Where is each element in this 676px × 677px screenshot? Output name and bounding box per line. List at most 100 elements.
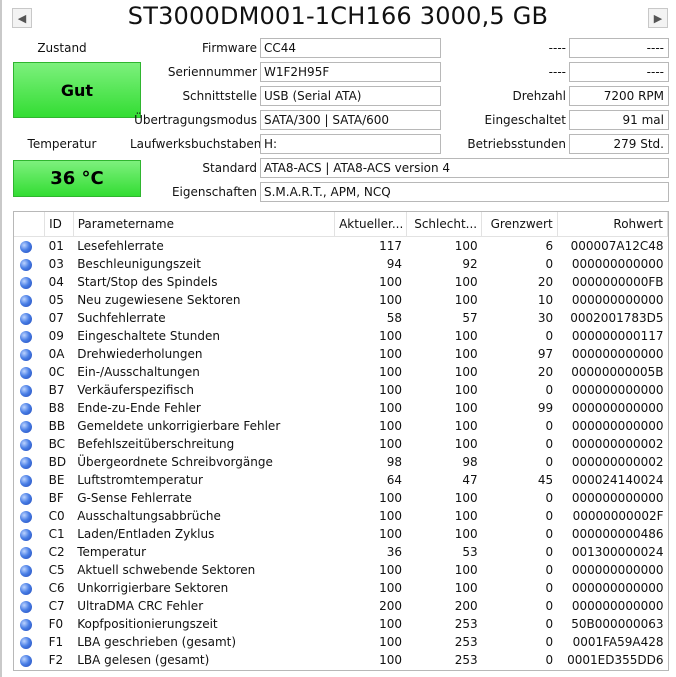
raw-value: 0001FA59A428: [572, 635, 664, 649]
table-row[interactable]: BB Gemeldete unkorrigierbare Fehler 100 100…: [14, 417, 668, 435]
next-disk-button[interactable]: ▶: [648, 8, 668, 28]
current-value: 100: [379, 491, 403, 505]
temperature-badge[interactable]: 36 °C: [13, 160, 141, 197]
attribute-name: LBA geschrieben (gesamt): [77, 635, 237, 649]
column-header-status[interactable]: [14, 212, 46, 237]
table-row[interactable]: F0 Kopfpositionierungszeit 100 253 0 50B00000…: [14, 615, 668, 633]
table-row[interactable]: C0 Ausschaltungsabbrüche 100 100 0 0000000000…: [14, 507, 668, 525]
worst-value: 92: [462, 257, 478, 271]
serial-number-field: W1F2H95F: [260, 62, 441, 82]
attribute-id: C7: [48, 599, 65, 613]
attribute-id: C5: [48, 563, 65, 577]
status-cell: [14, 597, 45, 615]
table-row[interactable]: F1 LBA geschrieben (gesamt) 100 253 0 0001FA5…: [14, 633, 668, 651]
column-header-threshold[interactable]: Grenzwert: [481, 212, 558, 237]
attribute-id: 03: [48, 257, 64, 271]
worst-value: 53: [462, 545, 478, 559]
current-value: 100: [379, 527, 403, 541]
threshold-value: 99: [537, 401, 554, 415]
current-value: 100: [379, 563, 403, 577]
table-row[interactable]: C6 Unkorrigierbare Sektoren 100 100 0 0000000…: [14, 579, 668, 597]
raw-value: 000000000486: [571, 527, 664, 541]
table-row[interactable]: F2 LBA gelesen (gesamt) 100 253 0 0001ED355DD…: [14, 651, 668, 669]
status-good-icon: [20, 474, 32, 487]
worst-value: 253: [454, 653, 478, 667]
table-row[interactable]: 01 Lesefehlerrate 117 100 6 000007A12C48: [14, 237, 668, 256]
attribute-id: B8: [48, 401, 65, 415]
table-row[interactable]: B7 Verkäuferspezifisch 100 100 0 000000000000: [14, 381, 668, 399]
table-row[interactable]: 03 Beschleunigungszeit 94 92 0 000000000000: [14, 255, 668, 273]
current-value: 100: [379, 635, 403, 649]
status-good-icon: [20, 582, 32, 595]
worst-value: 100: [454, 563, 478, 577]
current-value: 100: [379, 509, 403, 523]
attribute-name: Laden/Entladen Zyklus: [77, 527, 215, 541]
table-row[interactable]: B8 Ende-zu-Ende Fehler 100 100 99 00000000000…: [14, 399, 668, 417]
raw-value: 000000000000: [571, 599, 664, 613]
status-cell: [14, 237, 45, 256]
raw-value: 000000000000: [571, 257, 664, 271]
table-row[interactable]: C5 Aktuell schwebende Sektoren 100 100 0 0000…: [14, 561, 668, 579]
worst-value: 100: [454, 491, 478, 505]
status-good-icon: [20, 276, 32, 289]
current-value: 94: [386, 257, 403, 271]
attribute-id: 0A: [48, 347, 65, 361]
table-row[interactable]: BF G-Sense Fehlerrate 100 100 0 000000000000: [14, 489, 668, 507]
table-row[interactable]: BE Luftstromtemperatur 64 47 45 000024140024: [14, 471, 668, 489]
attribute-name: Aktuell schwebende Sektoren: [77, 563, 256, 577]
current-value: 98: [386, 455, 403, 469]
column-header-worst[interactable]: Schlecht...: [406, 212, 483, 237]
table-row[interactable]: 0C Ein-/Ausschaltungen 100 100 20 00000000005…: [14, 363, 668, 381]
worst-value: 100: [454, 437, 478, 451]
threshold-value: 0: [545, 383, 554, 397]
attribute-name: Luftstromtemperatur: [77, 473, 203, 487]
threshold-value: 0: [545, 563, 554, 577]
table-row[interactable]: C1 Laden/Entladen Zyklus 100 100 0 0000000004…: [14, 525, 668, 543]
current-value: 100: [379, 365, 403, 379]
status-good-icon: [20, 402, 32, 415]
threshold-value: 0: [545, 455, 554, 469]
threshold-value: 0: [545, 437, 554, 451]
worst-value: 47: [462, 473, 478, 487]
attribute-id: BF: [48, 491, 64, 505]
interface-label: Schnittstelle: [182, 89, 257, 103]
table-row[interactable]: BD Übergeordnete Schreibvorgänge 98 98 0 0000…: [14, 453, 668, 471]
current-value: 64: [386, 473, 403, 487]
raw-value: 00000000002F: [572, 509, 664, 523]
column-header-name[interactable]: Parametername: [73, 212, 336, 237]
table-row[interactable]: C2 Temperatur 36 53 0 001300000024: [14, 543, 668, 561]
table-row[interactable]: 09 Eingeschaltete Stunden 100 100 0 000000000…: [14, 327, 668, 345]
column-header-current[interactable]: Aktueller...: [334, 212, 407, 237]
table-row[interactable]: 0A Drehwiederholungen 100 100 97 000000000000: [14, 345, 668, 363]
raw-value: 000000000000: [571, 563, 664, 577]
column-header-id[interactable]: ID: [44, 212, 74, 237]
column-header-raw[interactable]: Rohwert: [557, 212, 668, 237]
threshold-value: 6: [545, 239, 554, 253]
drive-letter-label: Laufwerksbuchstaben: [130, 137, 262, 151]
status-cell: [14, 345, 45, 363]
current-value: 100: [379, 419, 403, 433]
threshold-value: 0: [545, 545, 554, 559]
current-value: 100: [379, 347, 403, 361]
table-row[interactable]: 04 Start/Stop des Spindels 100 100 20 0000000…: [14, 273, 668, 291]
table-row[interactable]: BC Befehlszeitüberschreitung 100 100 0 000000…: [14, 435, 668, 453]
attribute-name: UltraDMA CRC Fehler: [77, 599, 204, 613]
current-value: 100: [379, 617, 403, 631]
unused-field-1: ----: [569, 38, 669, 58]
smart-attributes-table[interactable]: ID Parametername Aktueller... Schlecht..…: [13, 211, 669, 671]
attribute-name: Drehwiederholungen: [77, 347, 203, 361]
status-cell: [14, 291, 45, 309]
status-cell: [14, 327, 45, 345]
table-row[interactable]: 07 Suchfehlerrate 58 57 30 0002001783D5: [14, 309, 668, 327]
attribute-name: Kopfpositionierungszeit: [77, 617, 218, 631]
status-good-icon: [20, 528, 32, 541]
interface-field: USB (Serial ATA): [260, 86, 441, 106]
worst-value: 100: [454, 419, 478, 433]
status-cell: [14, 417, 45, 435]
status-good-icon: [20, 618, 32, 631]
threshold-value: 10: [537, 293, 554, 307]
table-row[interactable]: 05 Neu zugewiesene Sektoren 100 100 10 000000…: [14, 291, 668, 309]
attribute-id: C1: [48, 527, 65, 541]
health-status-badge[interactable]: Gut: [13, 62, 141, 118]
table-row[interactable]: C7 UltraDMA CRC Fehler 200 200 0 000000000000: [14, 597, 668, 615]
